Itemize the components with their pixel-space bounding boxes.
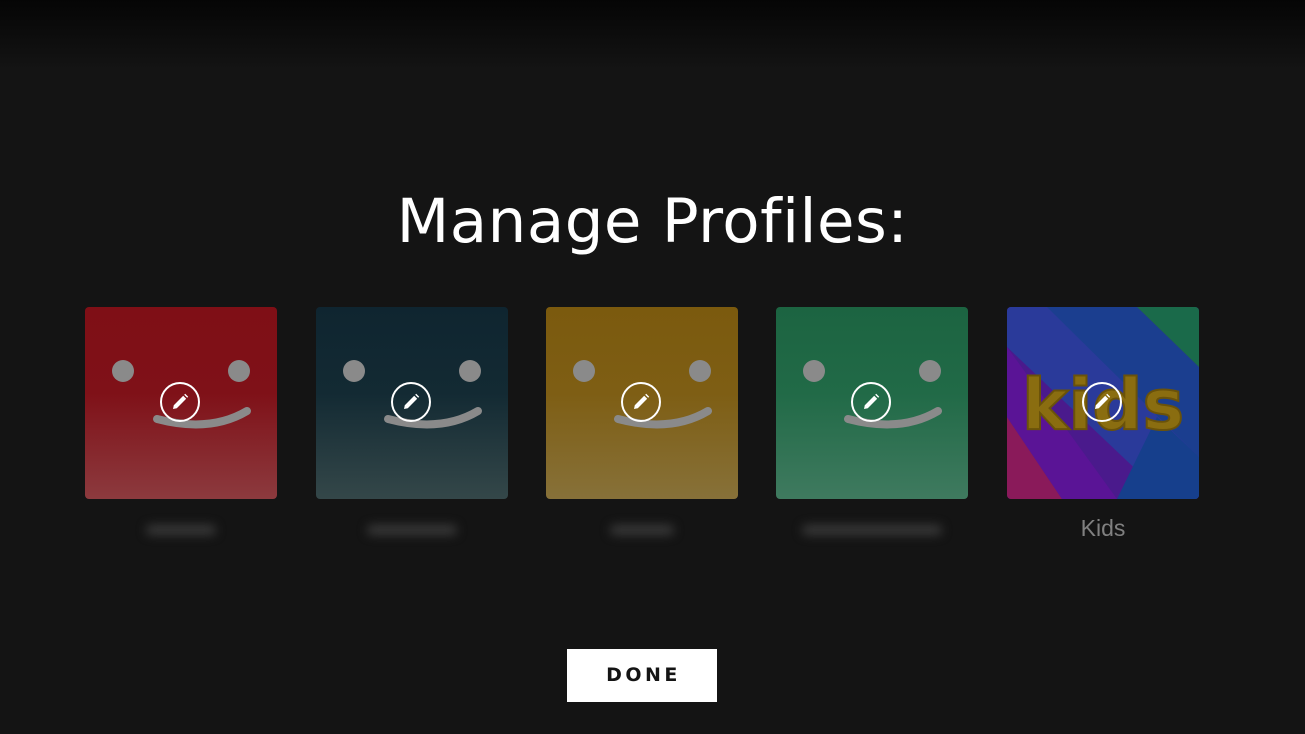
pencil-icon [864,393,880,409]
profile-name-hidden [802,525,942,535]
profile-name-hidden [610,525,674,535]
done-button[interactable]: DONE [567,649,717,702]
profile-avatar[interactable] [776,307,968,499]
profile-name-hidden [367,525,457,535]
profile-item[interactable] [546,307,738,535]
profile-item[interactable] [85,307,277,535]
profile-avatar[interactable] [85,307,277,499]
pencil-icon [1095,393,1111,409]
edit-profile-button[interactable] [391,382,431,422]
page-title: Manage Profiles: [396,186,909,257]
profile-avatar[interactable] [546,307,738,499]
pencil-icon [404,393,420,409]
pencil-icon [634,393,650,409]
profile-name-hidden [146,525,216,535]
profile-avatar[interactable] [316,307,508,499]
profile-avatar-kids[interactable]: kids [1007,307,1199,499]
pencil-icon [173,393,189,409]
profile-list: kids Kids [85,307,1199,557]
edit-profile-button[interactable] [851,382,891,422]
edit-profile-button[interactable] [621,382,661,422]
profile-item-kids[interactable]: kids Kids [1007,307,1199,541]
edit-profile-button[interactable] [160,382,200,422]
profile-name: Kids [1080,515,1126,541]
profile-item[interactable] [316,307,508,535]
profile-item[interactable] [776,307,968,535]
edit-profile-button[interactable] [1082,382,1122,422]
